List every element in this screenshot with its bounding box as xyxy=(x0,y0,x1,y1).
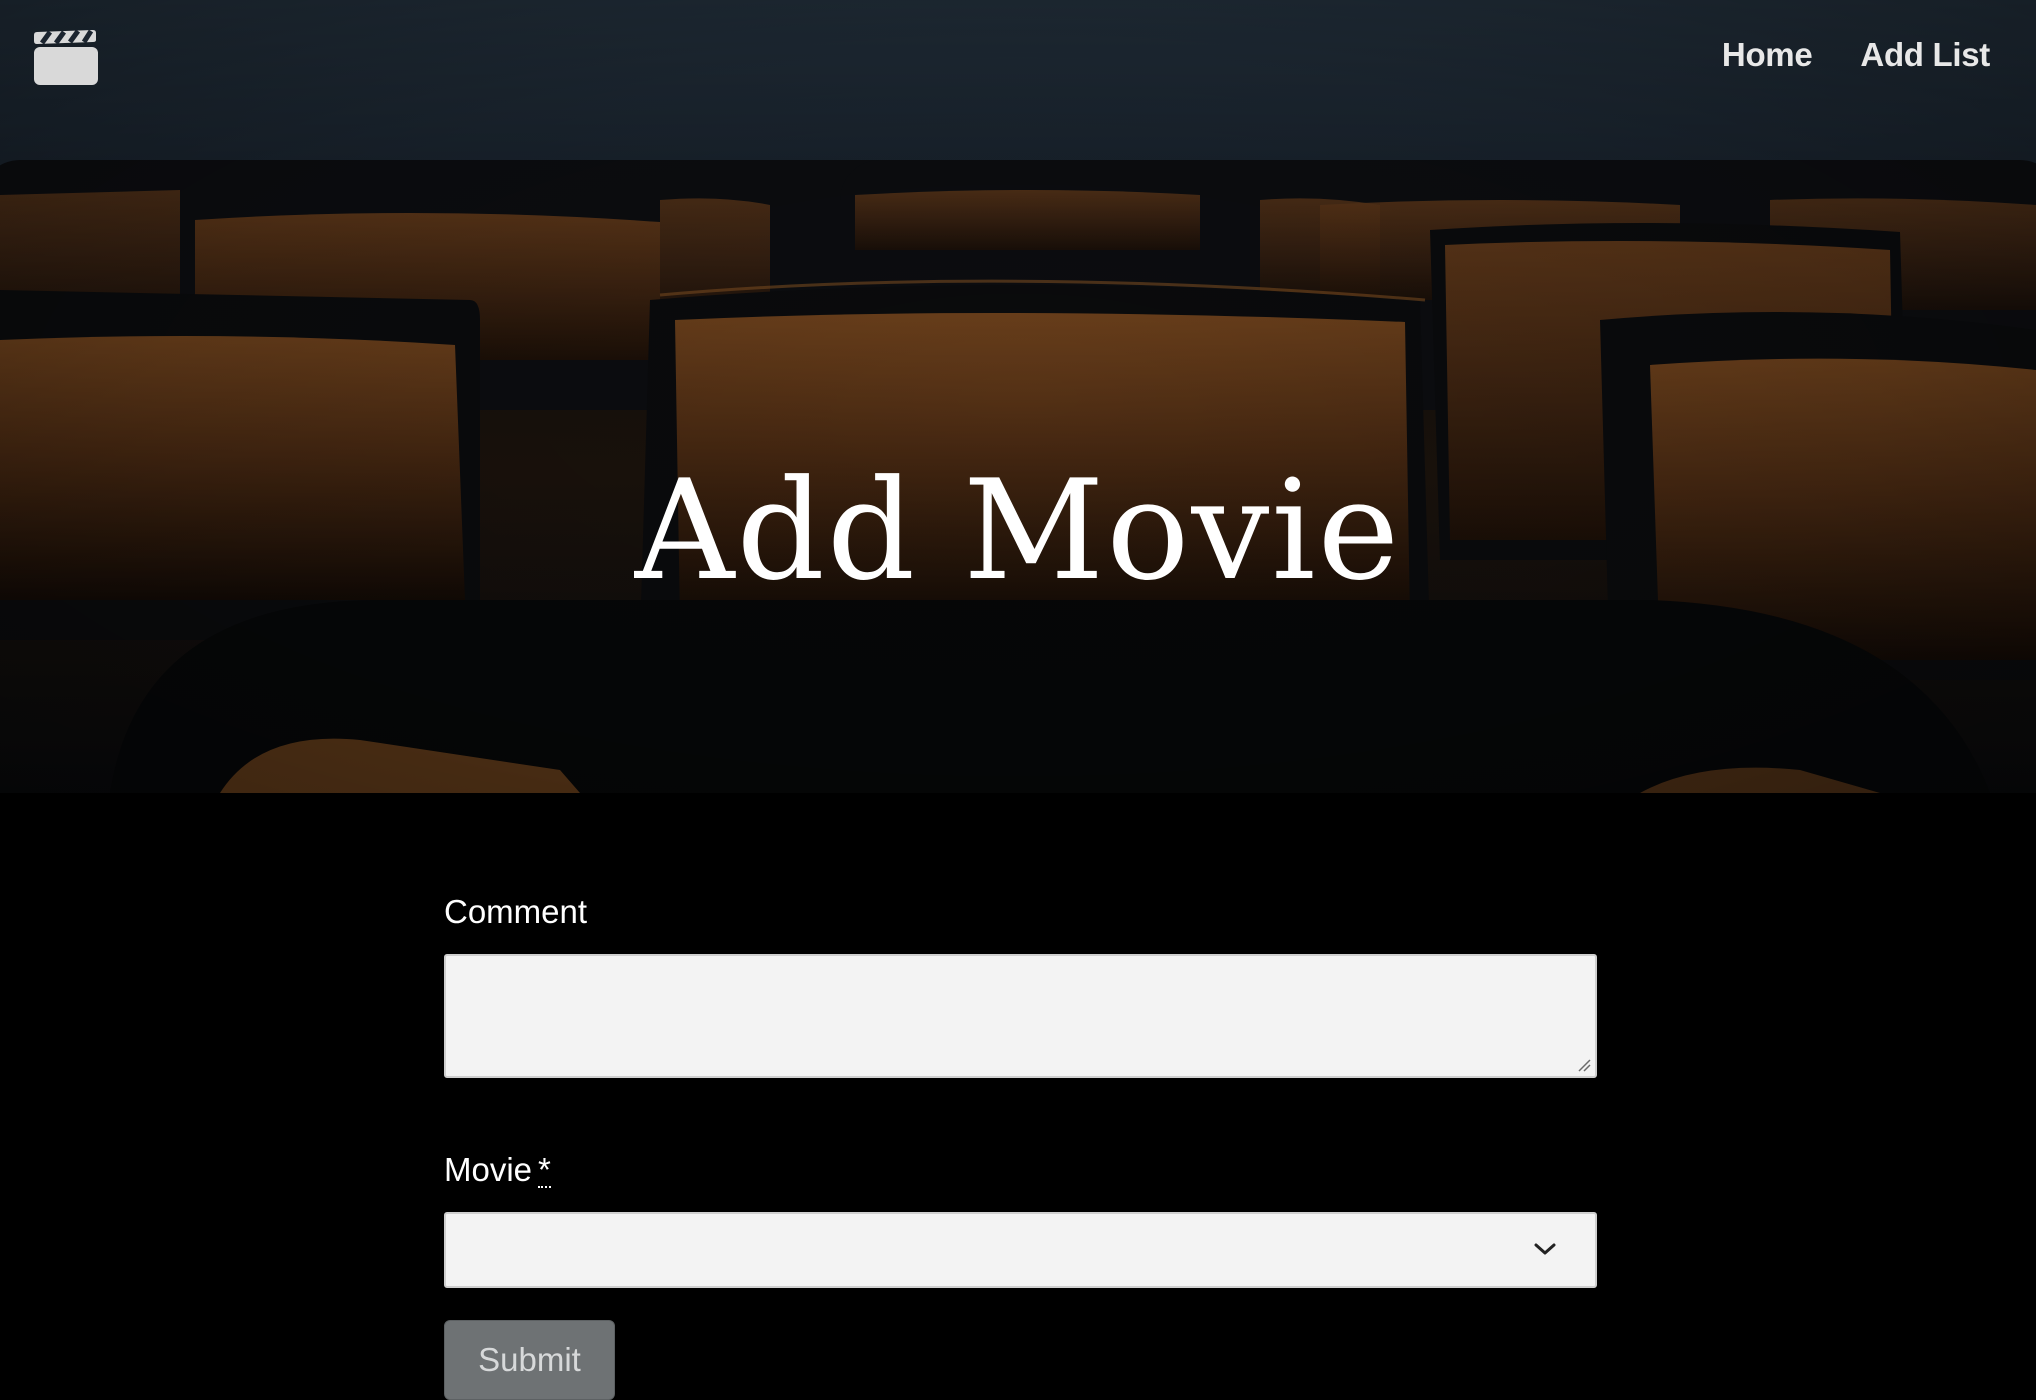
hero-overlay xyxy=(0,0,2036,793)
movie-select[interactable] xyxy=(444,1212,1597,1288)
resize-grip-icon[interactable] xyxy=(1577,1058,1591,1072)
page-title: Add Movie xyxy=(634,450,1402,611)
movie-label-text: Movie xyxy=(444,1151,533,1188)
chevron-down-icon xyxy=(1534,1243,1556,1255)
add-movie-form: Comment Movie * Submit xyxy=(444,890,1597,1400)
clapperboard-icon[interactable] xyxy=(33,28,99,86)
submit-button[interactable]: Submit xyxy=(444,1320,615,1400)
required-marker: * xyxy=(538,1151,551,1188)
comment-textarea[interactable] xyxy=(444,954,1597,1078)
comment-label: Comment xyxy=(444,893,588,930)
nav-add-list-link[interactable]: Add List xyxy=(1860,36,1990,74)
top-nav: Home Add List xyxy=(1722,36,1990,74)
movie-label: Movie * xyxy=(444,1148,1597,1192)
nav-home-link[interactable]: Home xyxy=(1722,36,1813,74)
hero-banner: Home Add List Add Movie xyxy=(0,0,2036,793)
